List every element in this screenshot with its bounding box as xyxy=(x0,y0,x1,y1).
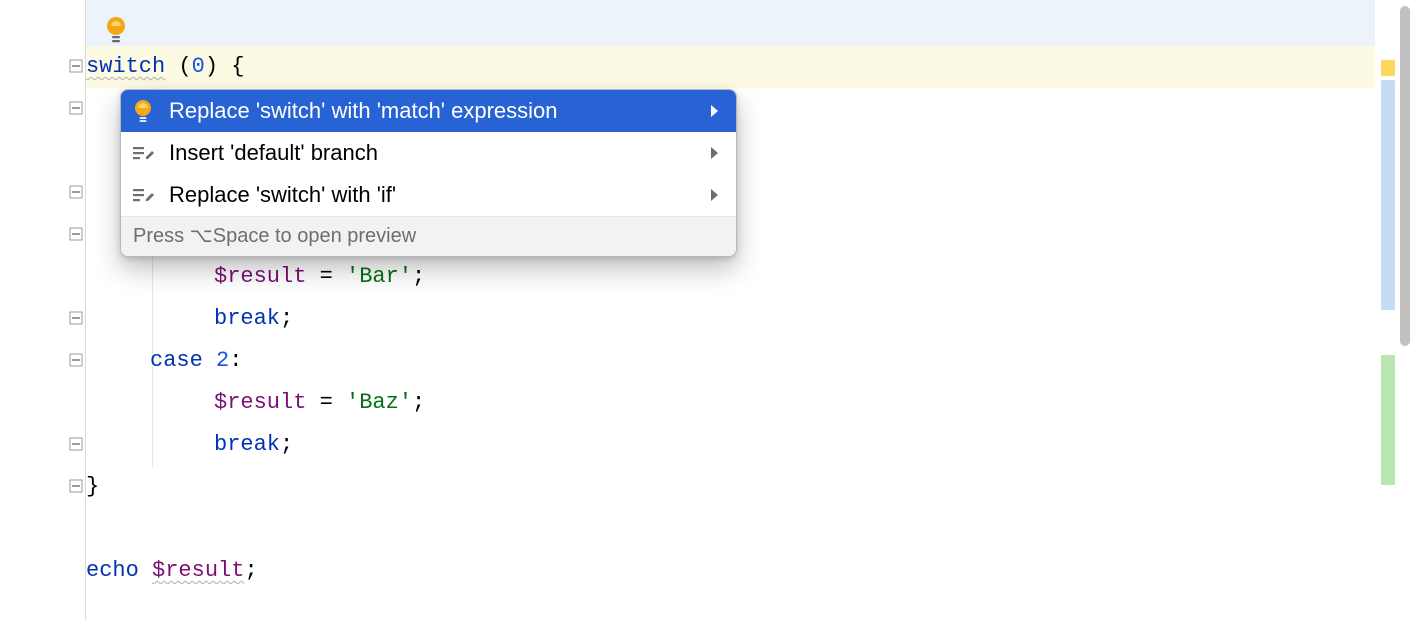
colon: : xyxy=(229,348,242,373)
pencil-lines-icon xyxy=(133,183,161,207)
editor-gutter[interactable] xyxy=(0,0,86,620)
code-line[interactable]: break; xyxy=(86,424,1375,466)
intention-item-replace-match[interactable]: Replace 'switch' with 'match' expression xyxy=(121,90,736,132)
code-line[interactable]: break; xyxy=(86,298,1375,340)
variable: $result xyxy=(214,390,306,415)
semicolon: ; xyxy=(412,264,425,289)
intention-item-replace-if[interactable]: Replace 'switch' with 'if' xyxy=(121,174,736,216)
code-line[interactable]: $result = 'Baz'; xyxy=(86,382,1375,424)
number-literal: 2 xyxy=(216,348,229,373)
string-literal: 'Bar' xyxy=(346,264,412,289)
code-editor[interactable]: switch (0) { $result = 'Bar'; break; cas… xyxy=(0,0,1375,620)
paren-open: ( xyxy=(178,54,191,79)
code-text: = xyxy=(306,264,346,289)
vertical-scrollbar[interactable] xyxy=(1398,0,1412,620)
brace-open: { xyxy=(231,54,244,79)
semicolon: ; xyxy=(244,558,257,583)
intention-bulb-icon[interactable] xyxy=(104,16,128,40)
fold-toggle-icon[interactable] xyxy=(68,226,84,242)
ok-marker[interactable] xyxy=(1381,355,1395,485)
info-marker[interactable] xyxy=(1381,80,1395,310)
warning-marker[interactable] xyxy=(1381,60,1395,76)
semicolon: ; xyxy=(412,390,425,415)
submenu-arrow-icon xyxy=(704,146,720,160)
variable: $result xyxy=(214,264,306,289)
fold-end-icon[interactable] xyxy=(68,436,84,452)
pencil-lines-icon xyxy=(133,141,161,165)
code-text: = xyxy=(306,390,346,415)
code-text xyxy=(139,558,152,583)
fold-end-icon[interactable] xyxy=(68,184,84,200)
code-line[interactable]: echo $result; xyxy=(86,550,1375,592)
variable: $result xyxy=(152,558,244,583)
intention-bulb-icon xyxy=(133,99,161,123)
code-text xyxy=(203,348,216,373)
fold-toggle-icon[interactable] xyxy=(68,100,84,116)
fold-column xyxy=(68,0,86,620)
intention-actions-popup[interactable]: Replace 'switch' with 'match' expression… xyxy=(120,89,737,257)
number-literal: 0 xyxy=(192,54,205,79)
code-line[interactable]: } xyxy=(86,466,1375,508)
intention-item-label: Insert 'default' branch xyxy=(169,140,704,166)
code-line[interactable]: $result = 'Bar'; xyxy=(86,256,1375,298)
scrollbar-thumb[interactable] xyxy=(1400,6,1410,346)
keyword-echo: echo xyxy=(86,558,139,583)
fold-toggle-icon[interactable] xyxy=(68,352,84,368)
intention-item-insert-default[interactable]: Insert 'default' branch xyxy=(121,132,736,174)
keyword-switch: switch xyxy=(86,54,165,79)
intention-popup-footer: Press ⌥Space to open preview xyxy=(121,216,736,256)
fold-end-icon[interactable] xyxy=(68,478,84,494)
semicolon: ; xyxy=(280,306,293,331)
brace-close: } xyxy=(86,474,99,499)
code-text xyxy=(165,54,178,79)
code-text xyxy=(218,54,231,79)
fold-toggle-icon[interactable] xyxy=(68,58,84,74)
submenu-arrow-icon xyxy=(704,104,720,118)
keyword-break: break xyxy=(214,432,280,457)
intention-item-label: Replace 'switch' with 'match' expression xyxy=(169,98,704,124)
code-line[interactable]: switch (0) { xyxy=(86,46,1375,88)
string-literal: 'Baz' xyxy=(346,390,412,415)
keyword-case: case xyxy=(150,348,203,373)
error-stripe[interactable] xyxy=(1378,0,1398,620)
code-line[interactable]: case 2: xyxy=(86,340,1375,382)
keyword-break: break xyxy=(214,306,280,331)
semicolon: ; xyxy=(280,432,293,457)
paren-close: ) xyxy=(205,54,218,79)
submenu-arrow-icon xyxy=(704,188,720,202)
intention-item-label: Replace 'switch' with 'if' xyxy=(169,182,704,208)
fold-end-icon[interactable] xyxy=(68,310,84,326)
